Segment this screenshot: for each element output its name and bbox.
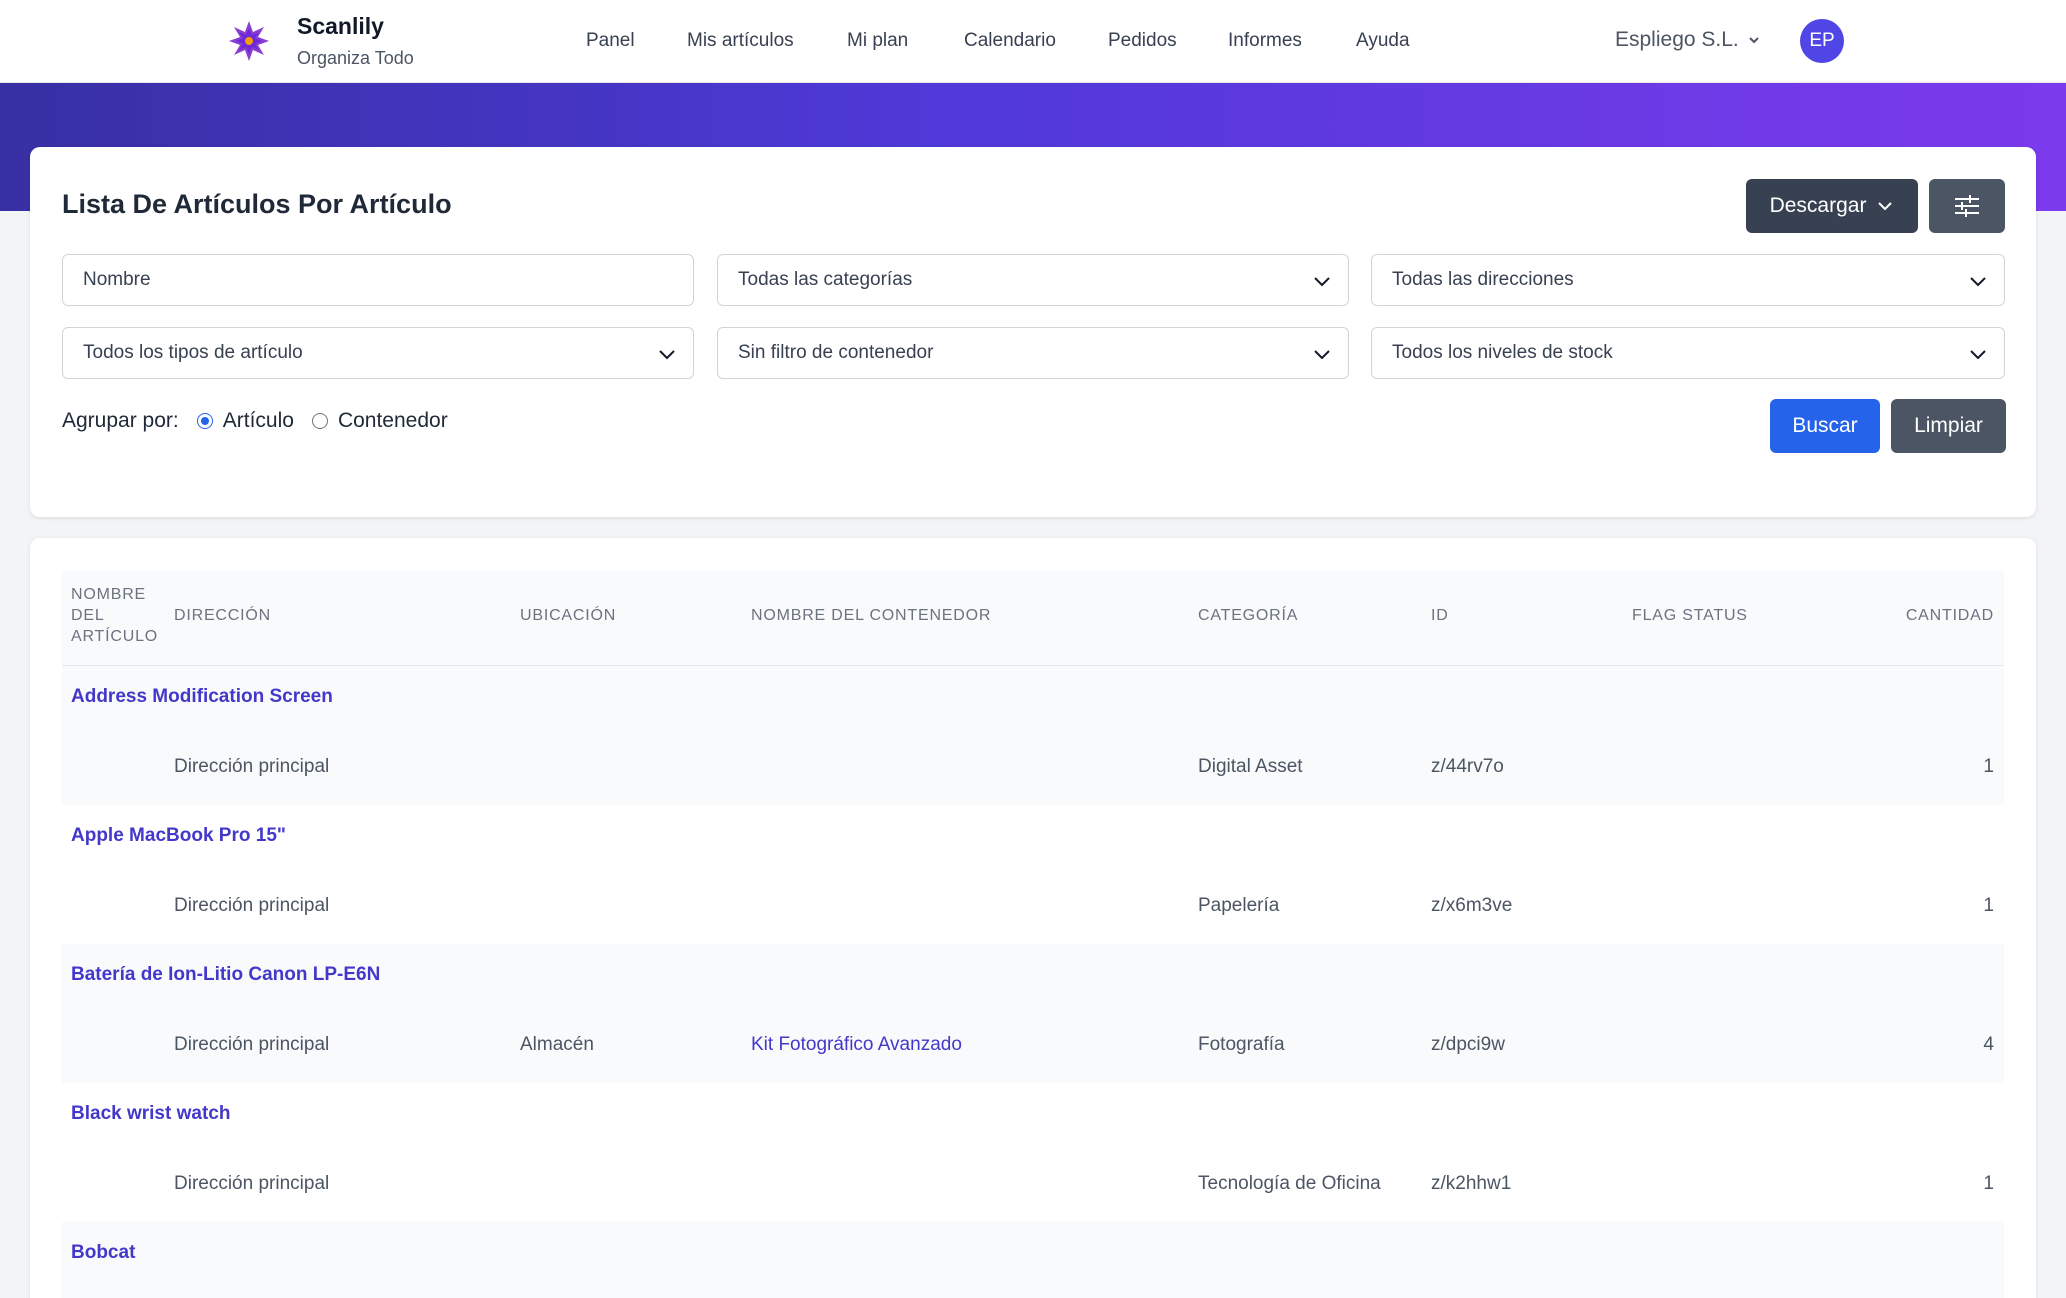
col-header-category[interactable]: CATEGORÍA xyxy=(1198,605,1298,626)
chevron-down-icon xyxy=(1878,202,1893,211)
scanlily-logo-icon[interactable] xyxy=(228,20,270,62)
table-header: NOMBRE DEL ARTÍCULO DIRECCIÓN UBICACIÓN … xyxy=(62,570,2004,666)
name-search-field[interactable] xyxy=(62,254,694,306)
stock-level-select[interactable]: Todos los niveles de stock xyxy=(1371,327,2005,379)
filter-panel: Lista De Artículos Por Artículo Descarga… xyxy=(30,147,2036,517)
chevron-down-icon xyxy=(1970,277,1986,287)
organization-name: Espliego S.L. xyxy=(1615,28,1739,51)
col-header-address[interactable]: DIRECCIÓN xyxy=(174,605,271,626)
chevron-down-icon xyxy=(659,350,675,360)
container-select-value: Sin filtro de contenedor xyxy=(738,342,934,363)
page-title: Lista De Artículos Por Artículo xyxy=(62,189,452,219)
id-cell: z/dpci9w xyxy=(1431,1034,1505,1055)
id-cell: z/44rv7o xyxy=(1431,756,1504,777)
chevron-down-icon xyxy=(1749,37,1759,44)
search-button[interactable]: Buscar xyxy=(1770,399,1880,453)
name-search-input[interactable] xyxy=(83,269,673,291)
address-cell: Dirección principal xyxy=(174,1034,330,1055)
container-link[interactable]: Kit Fotográfico Avanzado xyxy=(751,1034,962,1056)
nav-help[interactable]: Ayuda xyxy=(1356,30,1410,52)
category-select[interactable]: Todas las categorías xyxy=(717,254,1349,306)
nav-calendar[interactable]: Calendario xyxy=(964,30,1056,52)
table-row: Bobcat xyxy=(62,1222,2004,1298)
address-select-value: Todas las direcciones xyxy=(1392,269,1574,290)
chevron-down-icon xyxy=(1970,350,1986,360)
category-cell: Fotografía xyxy=(1198,1034,1285,1055)
group-by-container-label[interactable]: Contenedor xyxy=(338,409,448,433)
group-by-item-label[interactable]: Artículo xyxy=(223,409,294,433)
item-name-link[interactable]: Black wrist watch xyxy=(71,1103,230,1125)
quantity-cell: 1 xyxy=(1983,756,1994,777)
chevron-down-icon xyxy=(1314,277,1330,287)
item-name-link[interactable]: Batería de Ion-Litio Canon LP-E6N xyxy=(71,964,380,986)
table-row: Address Modification Screen Dirección pr… xyxy=(62,666,2004,805)
items-table: NOMBRE DEL ARTÍCULO DIRECCIÓN UBICACIÓN … xyxy=(30,538,2036,1298)
address-cell: Dirección principal xyxy=(174,895,330,916)
category-select-value: Todas las categorías xyxy=(738,269,913,290)
category-cell: Tecnología de Oficina xyxy=(1198,1173,1381,1194)
stock-level-select-value: Todos los niveles de stock xyxy=(1392,342,1613,363)
category-cell: Papelería xyxy=(1198,895,1280,916)
nav-orders[interactable]: Pedidos xyxy=(1108,30,1177,52)
group-by-control: Agrupar por: Artículo Contenedor xyxy=(62,409,448,433)
brand-name[interactable]: Scanlily xyxy=(297,13,384,40)
col-header-container[interactable]: NOMBRE DEL CONTENEDOR xyxy=(751,605,991,626)
quantity-cell: 1 xyxy=(1983,1173,1994,1194)
col-header-id[interactable]: ID xyxy=(1431,605,1449,626)
quantity-cell: 1 xyxy=(1983,895,1994,916)
id-cell: z/k2hhw1 xyxy=(1431,1173,1512,1194)
top-navbar: Scanlily Organiza Todo Panel Mis artícul… xyxy=(0,0,2066,83)
nav-panel[interactable]: Panel xyxy=(586,30,635,52)
sliders-icon xyxy=(1955,195,1979,217)
clear-button[interactable]: Limpiar xyxy=(1891,399,2006,453)
nav-my-plan[interactable]: Mi plan xyxy=(847,30,908,52)
container-select[interactable]: Sin filtro de contenedor xyxy=(717,327,1349,379)
col-header-location[interactable]: UBICACIÓN xyxy=(520,605,616,626)
quantity-cell: 4 xyxy=(1983,1034,1994,1055)
filter-settings-button[interactable] xyxy=(1929,179,2005,233)
download-button[interactable]: Descargar xyxy=(1746,179,1918,233)
item-name-link[interactable]: Address Modification Screen xyxy=(71,686,333,708)
item-name-link[interactable]: Bobcat xyxy=(71,1242,135,1264)
user-avatar[interactable]: EP xyxy=(1800,19,1844,63)
download-button-label: Descargar xyxy=(1769,194,1867,217)
location-cell: Almacén xyxy=(520,1034,594,1055)
chevron-down-icon xyxy=(1314,350,1330,360)
group-by-container-radio[interactable] xyxy=(311,413,328,429)
nav-my-items[interactable]: Mis artículos xyxy=(687,30,794,52)
group-by-label: Agrupar por: xyxy=(62,409,179,432)
id-cell: z/x6m3ve xyxy=(1431,895,1513,916)
organization-switcher[interactable]: Espliego S.L. xyxy=(1615,28,1761,52)
category-cell: Digital Asset xyxy=(1198,756,1303,777)
nav-reports[interactable]: Informes xyxy=(1228,30,1302,52)
col-header-quantity[interactable]: CANTIDAD xyxy=(1906,605,1994,626)
group-by-item-radio[interactable] xyxy=(196,413,213,429)
address-cell: Dirección principal xyxy=(174,1173,330,1194)
table-row: Black wrist watch Dirección principal Te… xyxy=(62,1083,2004,1222)
col-header-item-name[interactable]: NOMBRE DEL ARTÍCULO xyxy=(71,584,158,647)
item-type-select[interactable]: Todos los tipos de artículo xyxy=(62,327,694,379)
address-select[interactable]: Todas las direcciones xyxy=(1371,254,2005,306)
address-cell: Dirección principal xyxy=(174,756,330,777)
table-row: Batería de Ion-Litio Canon LP-E6N Direcc… xyxy=(62,944,2004,1083)
item-type-select-value: Todos los tipos de artículo xyxy=(83,342,303,363)
col-header-flag-status[interactable]: FLAG STATUS xyxy=(1632,605,1748,626)
item-name-link[interactable]: Apple MacBook Pro 15" xyxy=(71,825,286,847)
brand-tagline: Organiza Todo xyxy=(297,48,414,68)
table-row: Apple MacBook Pro 15" Dirección principa… xyxy=(62,805,2004,944)
